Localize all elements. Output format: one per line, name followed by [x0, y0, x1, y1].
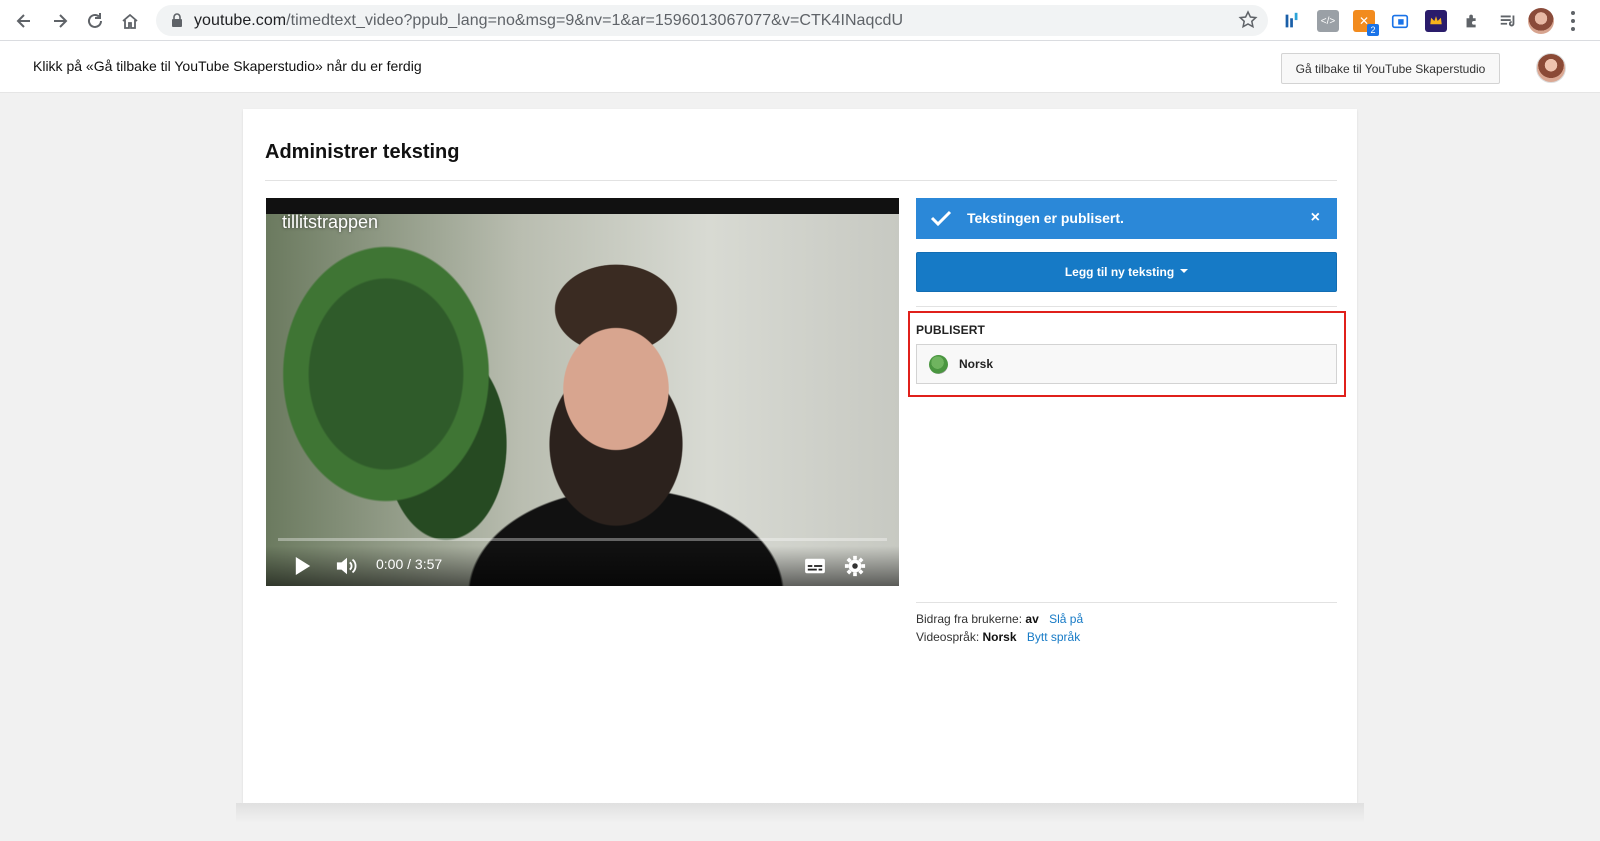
home-icon[interactable]	[117, 8, 143, 34]
title-divider	[265, 180, 1337, 181]
back-to-studio-button[interactable]: Gå tilbake til YouTube Skaperstudio	[1281, 53, 1500, 84]
extension-badge-count: 2	[1367, 24, 1379, 36]
add-new-subtitle-button[interactable]: Legg til ny teksting	[916, 252, 1337, 292]
creator-message-bar: Klikk på «Gå tilbake til YouTube Skapers…	[0, 41, 1600, 93]
url-path: /timedtext_video?ppub_lang=no&msg=9&nv=1…	[286, 12, 904, 29]
profile-avatar[interactable]	[1528, 8, 1554, 34]
url-host: youtube.com	[194, 12, 287, 29]
contrib-value: av	[1025, 612, 1039, 626]
meta-divider	[916, 602, 1337, 603]
media-queue-icon[interactable]	[1497, 10, 1519, 32]
chevron-down-icon	[1180, 269, 1189, 273]
published-section-label: PUBLISERT	[916, 323, 985, 337]
change-language-link[interactable]: Bytt språk	[1027, 630, 1080, 644]
community-contributions-row: Bidrag fra brukerne: av Slå på	[916, 612, 1083, 626]
video-progress-bar[interactable]	[278, 538, 887, 541]
section-divider	[916, 306, 1337, 307]
alert-message: Tekstingen er publisert.	[967, 210, 1124, 226]
lock-icon	[172, 13, 182, 27]
player-controls: 0:00 / 3:57	[266, 546, 899, 586]
reload-icon[interactable]	[82, 8, 108, 34]
back-arrow-icon[interactable]	[11, 8, 37, 34]
turn-on-link[interactable]: Slå på	[1049, 612, 1083, 626]
address-bar[interactable]: youtube.com/timedtext_video?ppub_lang=no…	[156, 5, 1268, 36]
page-title: Administrer teksting	[265, 141, 460, 163]
video-language-row: Videospråk: Norsk Bytt språk	[916, 630, 1080, 644]
lang-label: Videospråk:	[916, 630, 980, 644]
subtitles-icon[interactable]	[803, 555, 827, 577]
published-alert: Tekstingen er publisert. ×	[916, 198, 1337, 239]
extensions-puzzle-icon[interactable]	[1461, 10, 1483, 32]
extension-code-icon[interactable]: </>	[1317, 10, 1339, 32]
url-text: youtube.com/timedtext_video?ppub_lang=no…	[194, 12, 903, 30]
message-text: Klikk på «Gå tilbake til YouTube Skapers…	[33, 58, 422, 74]
check-icon	[930, 210, 952, 227]
extension-crown-icon[interactable]	[1425, 10, 1447, 32]
extension-bars-icon[interactable]	[1281, 10, 1303, 32]
volume-icon[interactable]	[334, 554, 360, 578]
bookmark-star-icon[interactable]	[1238, 10, 1258, 30]
play-icon[interactable]	[292, 554, 314, 578]
track-language-name: Norsk	[959, 357, 994, 371]
extension-calendar-icon[interactable]	[1389, 10, 1411, 32]
browser-menu-icon[interactable]	[1570, 11, 1576, 31]
extension-badge-icon[interactable]: ✕ 2	[1353, 10, 1379, 36]
settings-gear-icon[interactable]	[843, 554, 867, 578]
browser-toolbar: youtube.com/timedtext_video?ppub_lang=no…	[0, 0, 1600, 41]
close-icon[interactable]: ×	[1311, 208, 1320, 228]
contrib-label: Bidrag fra brukerne:	[916, 612, 1023, 626]
published-status-icon	[929, 355, 948, 374]
video-title[interactable]: tillitstrappen	[282, 212, 378, 233]
lang-value: Norsk	[982, 630, 1017, 644]
video-time: 0:00 / 3:57	[376, 556, 443, 572]
page-bottom-shadow	[236, 803, 1364, 823]
track-row[interactable]: Norsk	[916, 344, 1337, 384]
video-frame[interactable]	[266, 214, 899, 586]
caption-management-card: Administrer teksting tillitstrappen 0:00…	[243, 109, 1357, 803]
forward-arrow-icon[interactable]	[47, 8, 73, 34]
video-player[interactable]: tillitstrappen 0:00 / 3:57	[266, 198, 899, 586]
account-avatar[interactable]	[1536, 53, 1566, 83]
add-new-subtitle-label: Legg til ny teksting	[1064, 265, 1175, 279]
